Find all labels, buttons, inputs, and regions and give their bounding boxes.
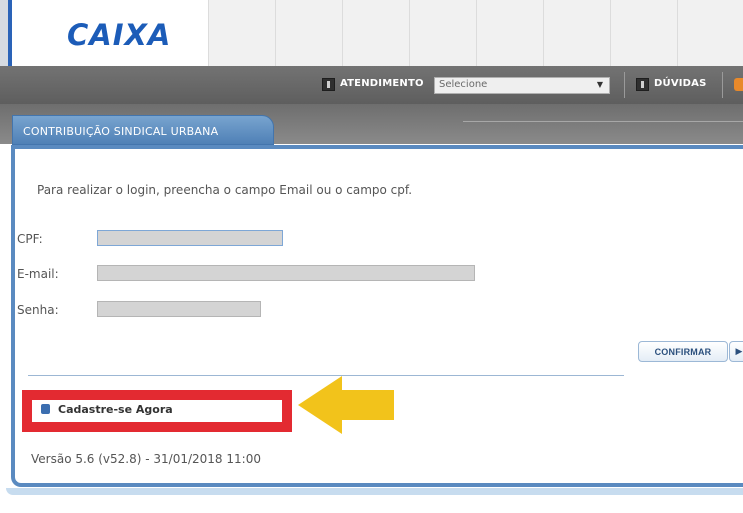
version-info: Versão 5.6 (v52.8) - 31/01/2018 11:00 <box>31 452 261 466</box>
next-arrow-button[interactable]: ▶ <box>729 341 743 362</box>
login-instructions: Para realizar o login, preencha o campo … <box>37 183 413 197</box>
header-left-edge <box>0 0 8 66</box>
cpf-label: CPF: <box>17 232 43 246</box>
orange-menu-icon[interactable] <box>734 78 743 91</box>
email-label: E-mail: <box>17 267 59 281</box>
caixa-logo[interactable]: CAIXA <box>67 18 171 52</box>
header-menu-cell[interactable] <box>409 0 476 66</box>
header-menu-cell[interactable] <box>610 0 677 66</box>
atendimento-select-value: Selecione <box>439 79 488 90</box>
logo-container[interactable]: CAIXA <box>8 0 208 66</box>
chevron-down-icon: ▼ <box>596 80 603 89</box>
arrow-left-icon <box>298 376 394 434</box>
email-input[interactable] <box>97 265 475 281</box>
senha-label: Senha: <box>17 303 59 317</box>
confirm-button[interactable]: CONFIRMAR <box>638 341 728 362</box>
toolbar-separator <box>722 72 723 98</box>
toolbar-line <box>463 121 743 122</box>
atendimento-info-icon <box>322 78 335 91</box>
header-menu-cell[interactable] <box>476 0 543 66</box>
duvidas-link[interactable]: DÚVIDAS <box>654 78 707 89</box>
atendimento-select[interactable]: Selecione ▼ <box>434 77 610 94</box>
toolbar-separator <box>624 72 625 98</box>
header-menu-cells <box>208 0 743 66</box>
signup-link[interactable]: Cadastre-se Agora <box>58 403 173 416</box>
header-menu-cell[interactable] <box>677 0 743 66</box>
tab-label: CONTRIBUIÇÃO SINDICAL URBANA <box>23 125 219 138</box>
password-input[interactable] <box>97 301 261 317</box>
header-menu-cell[interactable] <box>342 0 409 66</box>
tab-contribuicao-sindical-urbana[interactable]: CONTRIBUIÇÃO SINDICAL URBANA <box>12 115 274 145</box>
header-menu-cell[interactable] <box>543 0 610 66</box>
header-menu-cell[interactable] <box>208 0 275 66</box>
panel-shadow <box>6 488 743 495</box>
bullet-square-icon <box>41 404 50 414</box>
cpf-input[interactable] <box>97 230 283 246</box>
header-menu-cell[interactable] <box>275 0 342 66</box>
atendimento-label: ATENDIMENTO <box>340 78 424 89</box>
duvidas-info-icon[interactable] <box>636 78 649 91</box>
